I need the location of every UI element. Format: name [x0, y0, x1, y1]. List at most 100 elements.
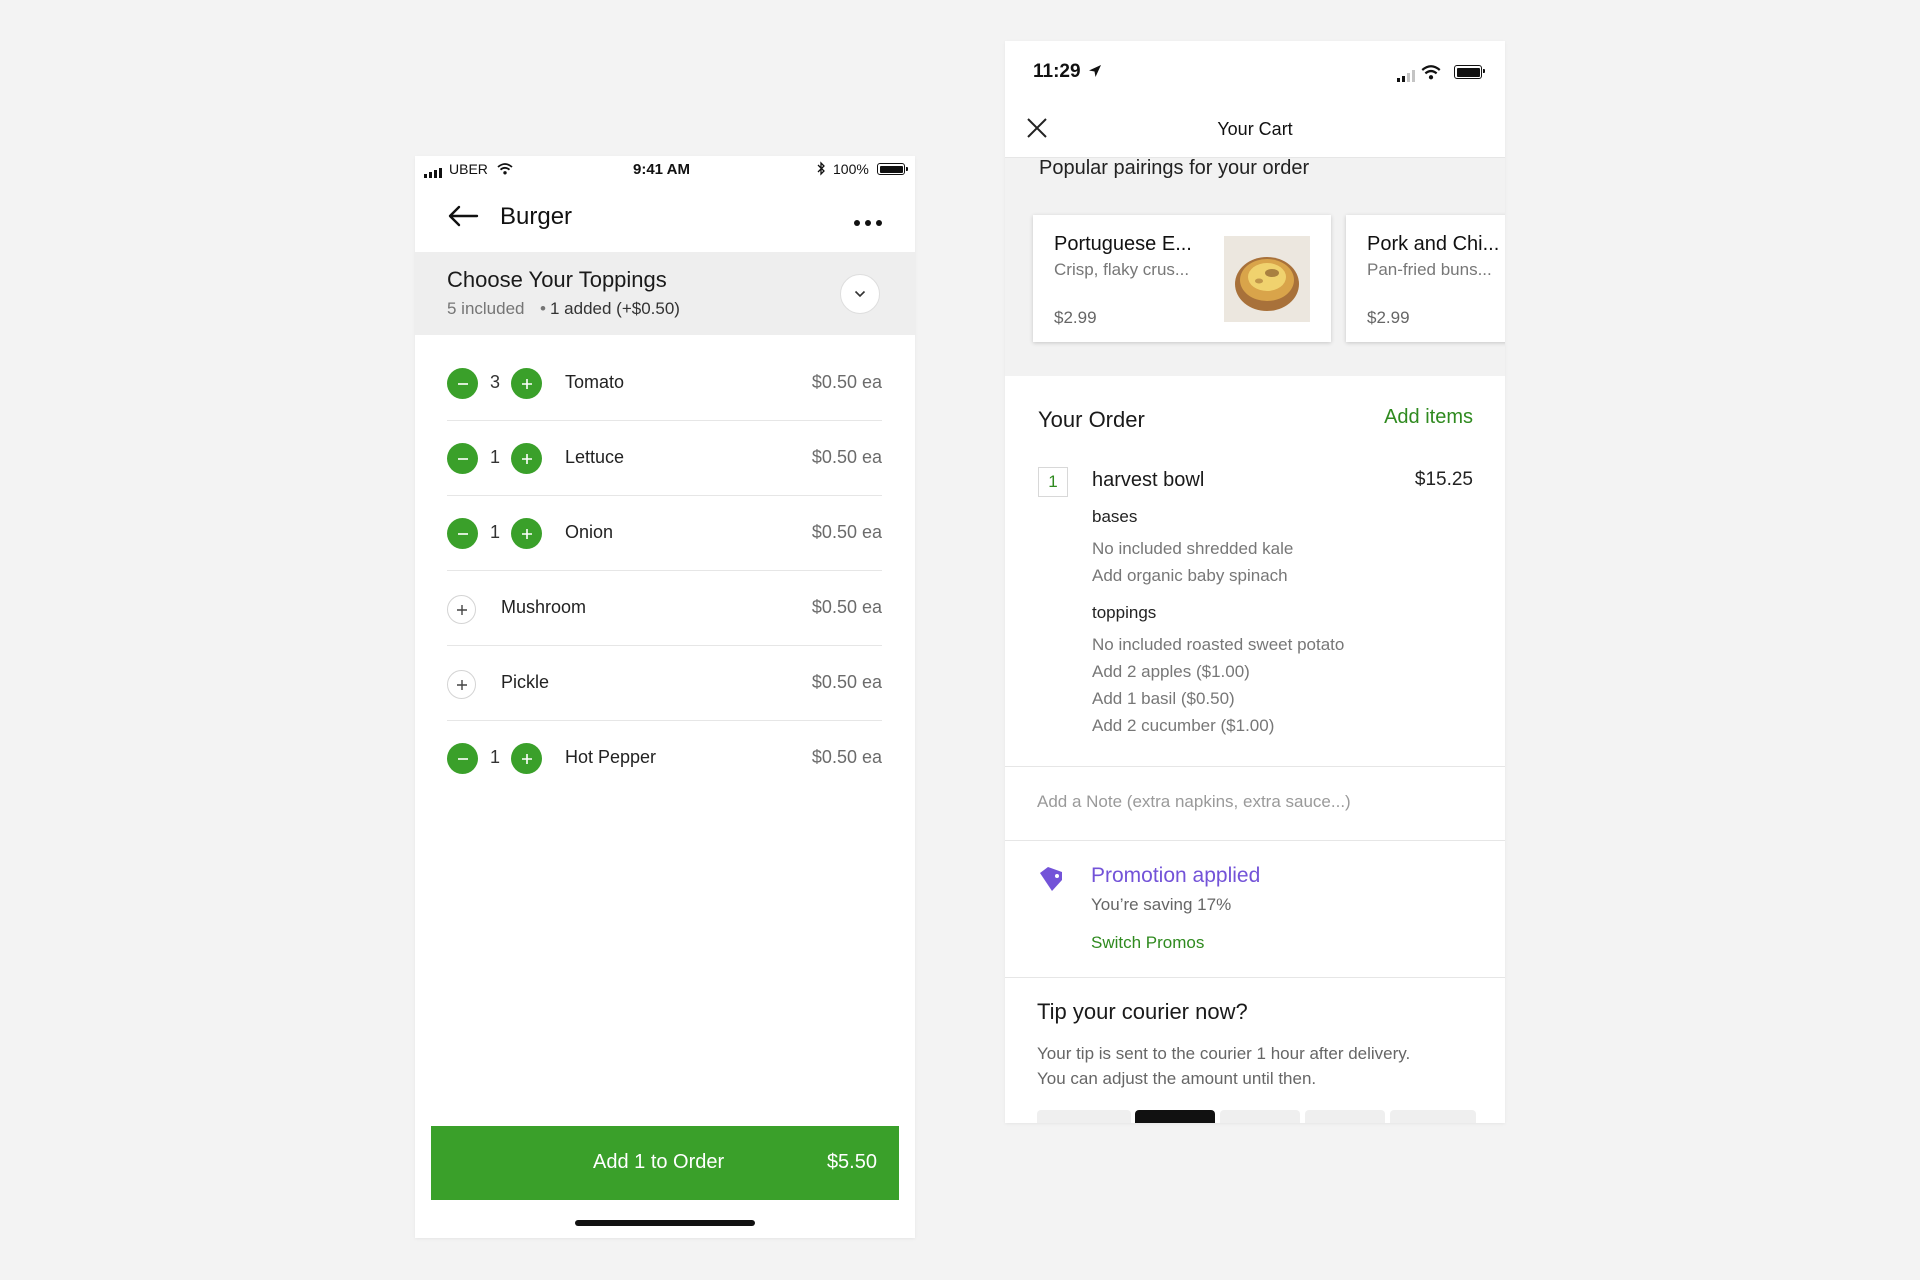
tip-option[interactable] [1305, 1110, 1385, 1123]
section-divider [1005, 977, 1505, 978]
decrease-button[interactable] [447, 743, 478, 774]
section-divider [1005, 766, 1505, 767]
topping-row-tomato: 3 Tomato $0.50 ea [447, 346, 882, 421]
tip-option[interactable] [1390, 1110, 1476, 1123]
add-topping-button[interactable] [447, 595, 476, 624]
item-quantity[interactable]: 1 [1038, 467, 1068, 497]
wifi-icon [1421, 65, 1441, 85]
topping-row-lettuce: 1 Lettuce $0.50 ea [447, 421, 882, 496]
plus-icon [521, 753, 532, 764]
topping-price: $0.50 ea [811, 597, 882, 617]
tag-icon [1038, 866, 1064, 897]
home-indicator [575, 1220, 755, 1226]
signal-icon [424, 165, 442, 182]
add-topping-button[interactable] [447, 670, 476, 699]
topping-row-mushroom: Mushroom $0.50 ea [447, 571, 882, 646]
minus-icon [457, 382, 468, 385]
tip-title: Tip your courier now? [1037, 999, 1248, 1024]
app-header: Burger [415, 182, 915, 252]
tip-description-line: You can adjust the amount until then. [1037, 1069, 1317, 1088]
pairing-name: Pork and Chi... [1367, 233, 1500, 255]
topping-price: $0.50 ea [811, 672, 882, 692]
modifier-group-label: toppings [1092, 603, 1157, 622]
included-count: 5 included [447, 299, 525, 318]
plus-icon [521, 378, 532, 389]
clock: 9:41 AM [633, 161, 690, 178]
topping-name: Lettuce [565, 447, 625, 467]
back-arrow-icon[interactable] [447, 204, 479, 233]
section-title: Choose Your Toppings [447, 267, 667, 292]
quantity: 1 [489, 747, 500, 767]
item-price: $15.25 [1414, 469, 1473, 490]
pairing-card[interactable]: Portuguese E... Crisp, flaky crus... $2.… [1033, 215, 1331, 342]
add-to-order-button[interactable]: Add 1 to Order $5.50 [431, 1126, 899, 1200]
pairing-name: Portuguese E... [1054, 233, 1192, 255]
topping-name: Tomato [565, 372, 625, 392]
switch-promos-link[interactable]: Switch Promos [1091, 933, 1204, 953]
quantity: 1 [489, 522, 500, 542]
signal-icon [1397, 69, 1415, 87]
topping-price: $0.50 ea [811, 522, 882, 542]
plus-icon [456, 679, 467, 690]
topping-price: $0.50 ea [811, 372, 882, 392]
plus-icon [521, 528, 532, 539]
topping-name: Mushroom [501, 597, 587, 617]
item-name: harvest bowl [1092, 469, 1205, 491]
added-count: 1 added (+$0.50) [550, 299, 680, 318]
order-total: $5.50 [826, 1151, 877, 1173]
battery-icon [877, 163, 908, 175]
increase-button[interactable] [511, 518, 542, 549]
modifier-line: Add organic baby spinach [1092, 566, 1288, 585]
dot-separator: • [540, 299, 546, 318]
egg-tart-image [1224, 236, 1310, 322]
decrease-button[interactable] [447, 368, 478, 399]
wifi-icon [497, 162, 513, 179]
minus-icon [457, 457, 468, 460]
tip-option-selected[interactable] [1135, 1110, 1215, 1123]
more-options-icon[interactable] [853, 214, 883, 232]
pairings-title: Popular pairings for your order [1039, 157, 1310, 179]
toppings-section-header[interactable]: Choose Your Toppings 5 included • 1 adde… [415, 252, 915, 335]
topping-screen: UBER 9:41 AM 100% Burger Choose Your Top… [415, 156, 915, 1238]
increase-button[interactable] [511, 443, 542, 474]
quantity: 1 [489, 447, 500, 467]
chevron-down-icon [854, 290, 866, 298]
decrease-button[interactable] [447, 518, 478, 549]
status-bar: UBER 9:41 AM 100% [415, 156, 915, 182]
page-title: Your Cart [1217, 119, 1293, 139]
note-input[interactable]: Add a Note (extra napkins, extra sauce..… [1037, 792, 1351, 812]
cart-screen: 11:29 Your Cart Popular pairings for you… [1005, 41, 1505, 1123]
topping-name: Pickle [501, 672, 550, 692]
add-items-link[interactable]: Add items [1384, 406, 1473, 429]
promo-title: Promotion applied [1091, 864, 1261, 887]
tip-option[interactable] [1220, 1110, 1300, 1123]
add-to-order-label: Add 1 to Order [593, 1151, 725, 1173]
topping-row-hot-pepper: 1 Hot Pepper $0.50 ea [447, 721, 882, 795]
location-arrow-icon [1088, 64, 1102, 83]
topping-name: Hot Pepper [565, 747, 657, 767]
topping-row-onion: 1 Onion $0.50 ea [447, 496, 882, 571]
promo-subtitle: You’re saving 17% [1091, 895, 1232, 914]
increase-button[interactable] [511, 368, 542, 399]
modifier-line: Add 1 basil ($0.50) [1092, 689, 1235, 708]
decrease-button[interactable] [447, 443, 478, 474]
minus-icon [457, 757, 468, 760]
modifier-line: Add 2 apples ($1.00) [1092, 662, 1250, 681]
modifier-group-label: bases [1092, 507, 1138, 526]
bluetooth-icon [817, 161, 826, 180]
plus-icon [521, 453, 532, 464]
modifier-line: No included shredded kale [1092, 539, 1294, 558]
collapse-button[interactable] [840, 274, 880, 314]
clock: 11:29 [1033, 61, 1081, 82]
carrier-label: UBER [449, 161, 488, 177]
topping-row-pickle: Pickle $0.50 ea [447, 646, 882, 721]
increase-button[interactable] [511, 743, 542, 774]
tip-option[interactable] [1037, 1110, 1131, 1123]
order-title: Your Order [1038, 407, 1145, 432]
topping-price: $0.50 ea [811, 747, 882, 767]
pairing-card[interactable]: Pork and Chi... Pan-fried buns... $2.99 [1346, 215, 1505, 342]
topping-price: $0.50 ea [811, 447, 882, 467]
minus-icon [457, 532, 468, 535]
pairing-price: $2.99 [1367, 308, 1410, 327]
modifier-line: No included roasted sweet potato [1092, 635, 1345, 654]
